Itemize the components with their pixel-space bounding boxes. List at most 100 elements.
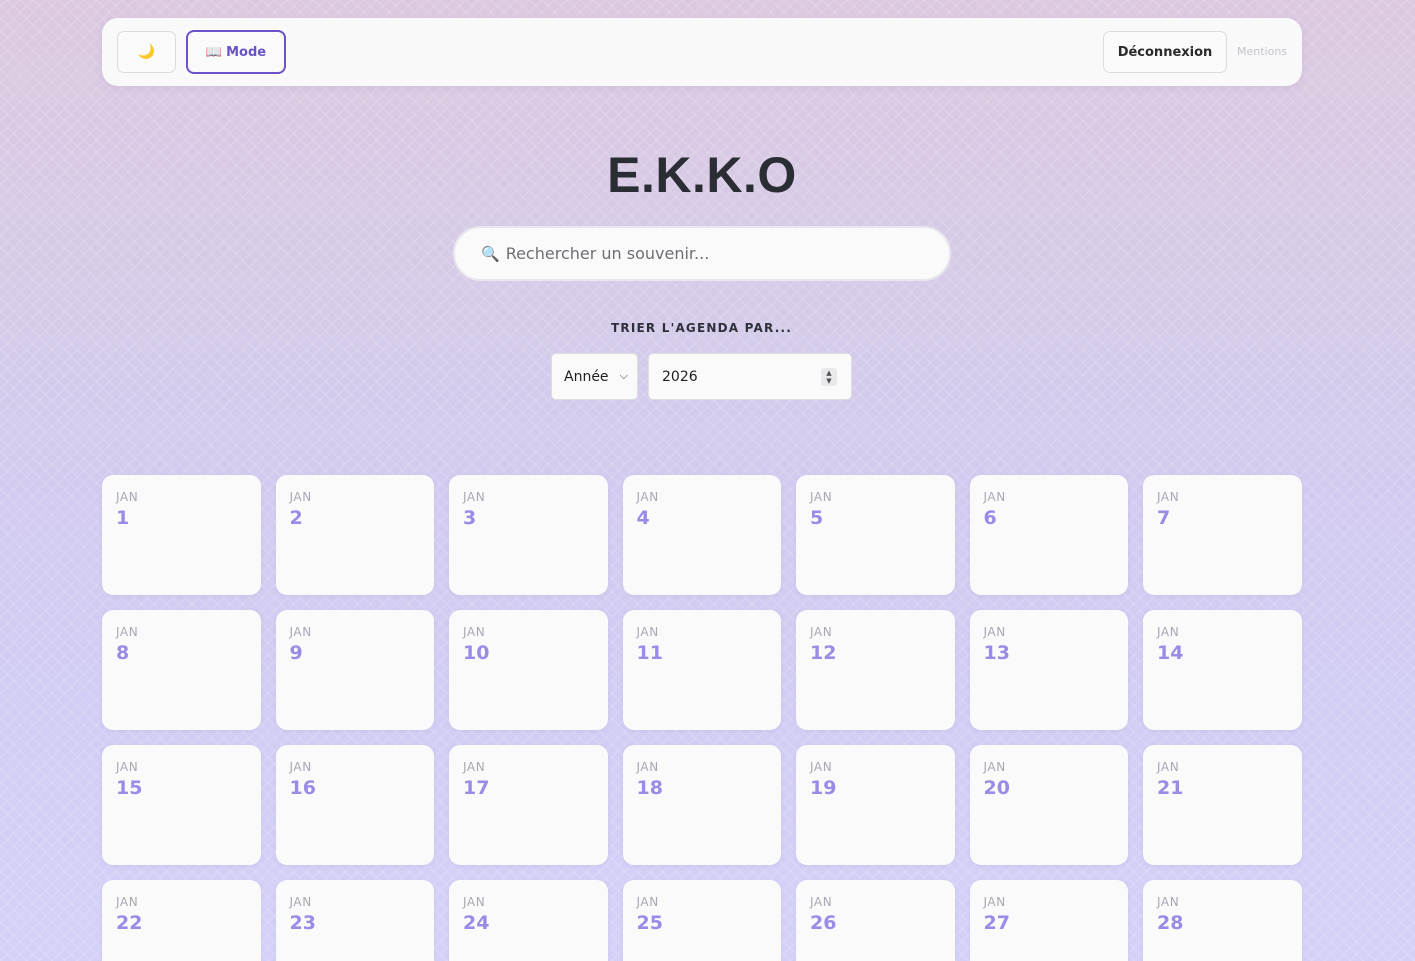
- mode-label: Mode: [226, 44, 267, 60]
- day-card-number: 23: [289, 912, 316, 934]
- day-card-number: 27: [983, 912, 1010, 934]
- year-input[interactable]: 2026 ▲ ▼: [648, 353, 852, 400]
- moon-icon: 🌙: [137, 44, 156, 60]
- day-card-month: JAN: [983, 625, 1006, 639]
- day-card-number: 7: [1157, 507, 1171, 529]
- day-card-number: 8: [116, 642, 130, 664]
- day-card[interactable]: JAN 18: [622, 745, 781, 865]
- search-icon: 🔍: [481, 244, 500, 263]
- day-card-number: 9: [289, 642, 303, 664]
- day-card-number: 25: [636, 912, 663, 934]
- day-card[interactable]: JAN 20: [969, 745, 1128, 865]
- day-card[interactable]: JAN 8: [102, 610, 261, 730]
- day-card-number: 20: [983, 777, 1010, 799]
- day-card-number: 16: [289, 777, 316, 799]
- day-card-month: JAN: [810, 895, 833, 909]
- day-card-month: JAN: [810, 760, 833, 774]
- day-card-number: 24: [463, 912, 490, 934]
- day-card-month: JAN: [983, 760, 1006, 774]
- day-card-number: 6: [983, 507, 997, 529]
- day-card-number: 2: [289, 507, 303, 529]
- sort-select-value: Année: [564, 368, 609, 385]
- day-card-number: 21: [1157, 777, 1184, 799]
- sort-label: TRIER L'AGENDA PAR...: [611, 321, 792, 335]
- day-card-number: 15: [116, 777, 143, 799]
- day-card-month: JAN: [289, 760, 312, 774]
- day-card-month: JAN: [116, 490, 139, 504]
- day-card-month: JAN: [463, 760, 486, 774]
- chevron-down-icon: ⌵: [619, 369, 628, 382]
- book-icon: 📖: [205, 44, 223, 60]
- sort-select[interactable]: Année ⌵: [551, 353, 638, 400]
- app-title: E.K.K.O: [607, 147, 797, 203]
- day-card-number: 13: [983, 642, 1010, 664]
- day-card[interactable]: JAN 27: [969, 880, 1128, 961]
- logout-button[interactable]: Déconnexion: [1103, 31, 1227, 73]
- day-card-month: JAN: [289, 625, 312, 639]
- day-card-number: 5: [810, 507, 824, 529]
- day-card-month: JAN: [1157, 490, 1180, 504]
- day-card-month: JAN: [810, 625, 833, 639]
- day-card-month: JAN: [116, 895, 139, 909]
- day-card[interactable]: JAN 12: [796, 610, 955, 730]
- day-card-number: 4: [636, 507, 650, 529]
- day-card-number: 17: [463, 777, 490, 799]
- year-value: 2026: [662, 368, 698, 385]
- day-card-month: JAN: [983, 895, 1006, 909]
- day-card-month: JAN: [983, 490, 1006, 504]
- mentions-link[interactable]: Mentions: [1237, 45, 1287, 58]
- day-card-number: 12: [810, 642, 837, 664]
- day-card-month: JAN: [116, 760, 139, 774]
- day-card[interactable]: JAN 22: [102, 880, 261, 961]
- day-card-month: JAN: [1157, 895, 1180, 909]
- day-card-number: 1: [116, 507, 130, 529]
- search-input[interactable]: 🔍 Rechercher un souvenir...: [453, 226, 951, 281]
- day-card-number: 11: [636, 642, 663, 664]
- day-card[interactable]: JAN 6: [969, 475, 1128, 595]
- day-card-month: JAN: [810, 490, 833, 504]
- top-bar: 🌙 📖 Mode Déconnexion Mentions: [102, 18, 1302, 86]
- day-card-month: JAN: [289, 490, 312, 504]
- day-card-month: JAN: [116, 625, 139, 639]
- day-card-month: JAN: [636, 625, 659, 639]
- day-card-month: JAN: [636, 490, 659, 504]
- day-card-number: 10: [463, 642, 490, 664]
- day-card[interactable]: JAN 11: [622, 610, 781, 730]
- day-card-month: JAN: [1157, 625, 1180, 639]
- day-card[interactable]: JAN 14: [1143, 610, 1302, 730]
- day-card[interactable]: JAN 19: [796, 745, 955, 865]
- day-card[interactable]: JAN 26: [796, 880, 955, 961]
- day-card[interactable]: JAN 5: [796, 475, 955, 595]
- day-card[interactable]: JAN 4: [622, 475, 781, 595]
- day-card[interactable]: JAN 9: [275, 610, 434, 730]
- day-card[interactable]: JAN 1: [102, 475, 261, 595]
- day-card-month: JAN: [463, 490, 486, 504]
- day-card[interactable]: JAN 13: [969, 610, 1128, 730]
- day-card[interactable]: JAN 21: [1143, 745, 1302, 865]
- spinner-icon[interactable]: ▲ ▼: [821, 368, 837, 386]
- theme-toggle-button[interactable]: 🌙: [117, 31, 176, 73]
- day-card-number: 3: [463, 507, 477, 529]
- day-card-month: JAN: [463, 625, 486, 639]
- day-card-month: JAN: [463, 895, 486, 909]
- day-card[interactable]: JAN 2: [275, 475, 434, 595]
- day-card-number: 18: [636, 777, 663, 799]
- day-card-number: 26: [810, 912, 837, 934]
- day-card-month: JAN: [289, 895, 312, 909]
- day-card[interactable]: JAN 3: [449, 475, 608, 595]
- day-card[interactable]: JAN 23: [275, 880, 434, 961]
- day-card[interactable]: JAN 24: [449, 880, 608, 961]
- day-card-number: 14: [1157, 642, 1184, 664]
- mode-button[interactable]: 📖 Mode: [186, 30, 286, 74]
- day-card[interactable]: JAN 28: [1143, 880, 1302, 961]
- day-card[interactable]: JAN 25: [622, 880, 781, 961]
- day-card[interactable]: JAN 10: [449, 610, 608, 730]
- calendar-grid: JAN 1 JAN 2 JAN 3 JAN 4 JAN 5 JAN 6 JAN 7 JAN 8 JAN 9 JAN 1…: [102, 475, 1302, 961]
- search-placeholder: Rechercher un souvenir...: [505, 244, 710, 263]
- day-card-month: JAN: [636, 760, 659, 774]
- day-card[interactable]: JAN 15: [102, 745, 261, 865]
- day-card-month: JAN: [1157, 760, 1180, 774]
- day-card[interactable]: JAN 7: [1143, 475, 1302, 595]
- day-card[interactable]: JAN 16: [275, 745, 434, 865]
- day-card[interactable]: JAN 17: [449, 745, 608, 865]
